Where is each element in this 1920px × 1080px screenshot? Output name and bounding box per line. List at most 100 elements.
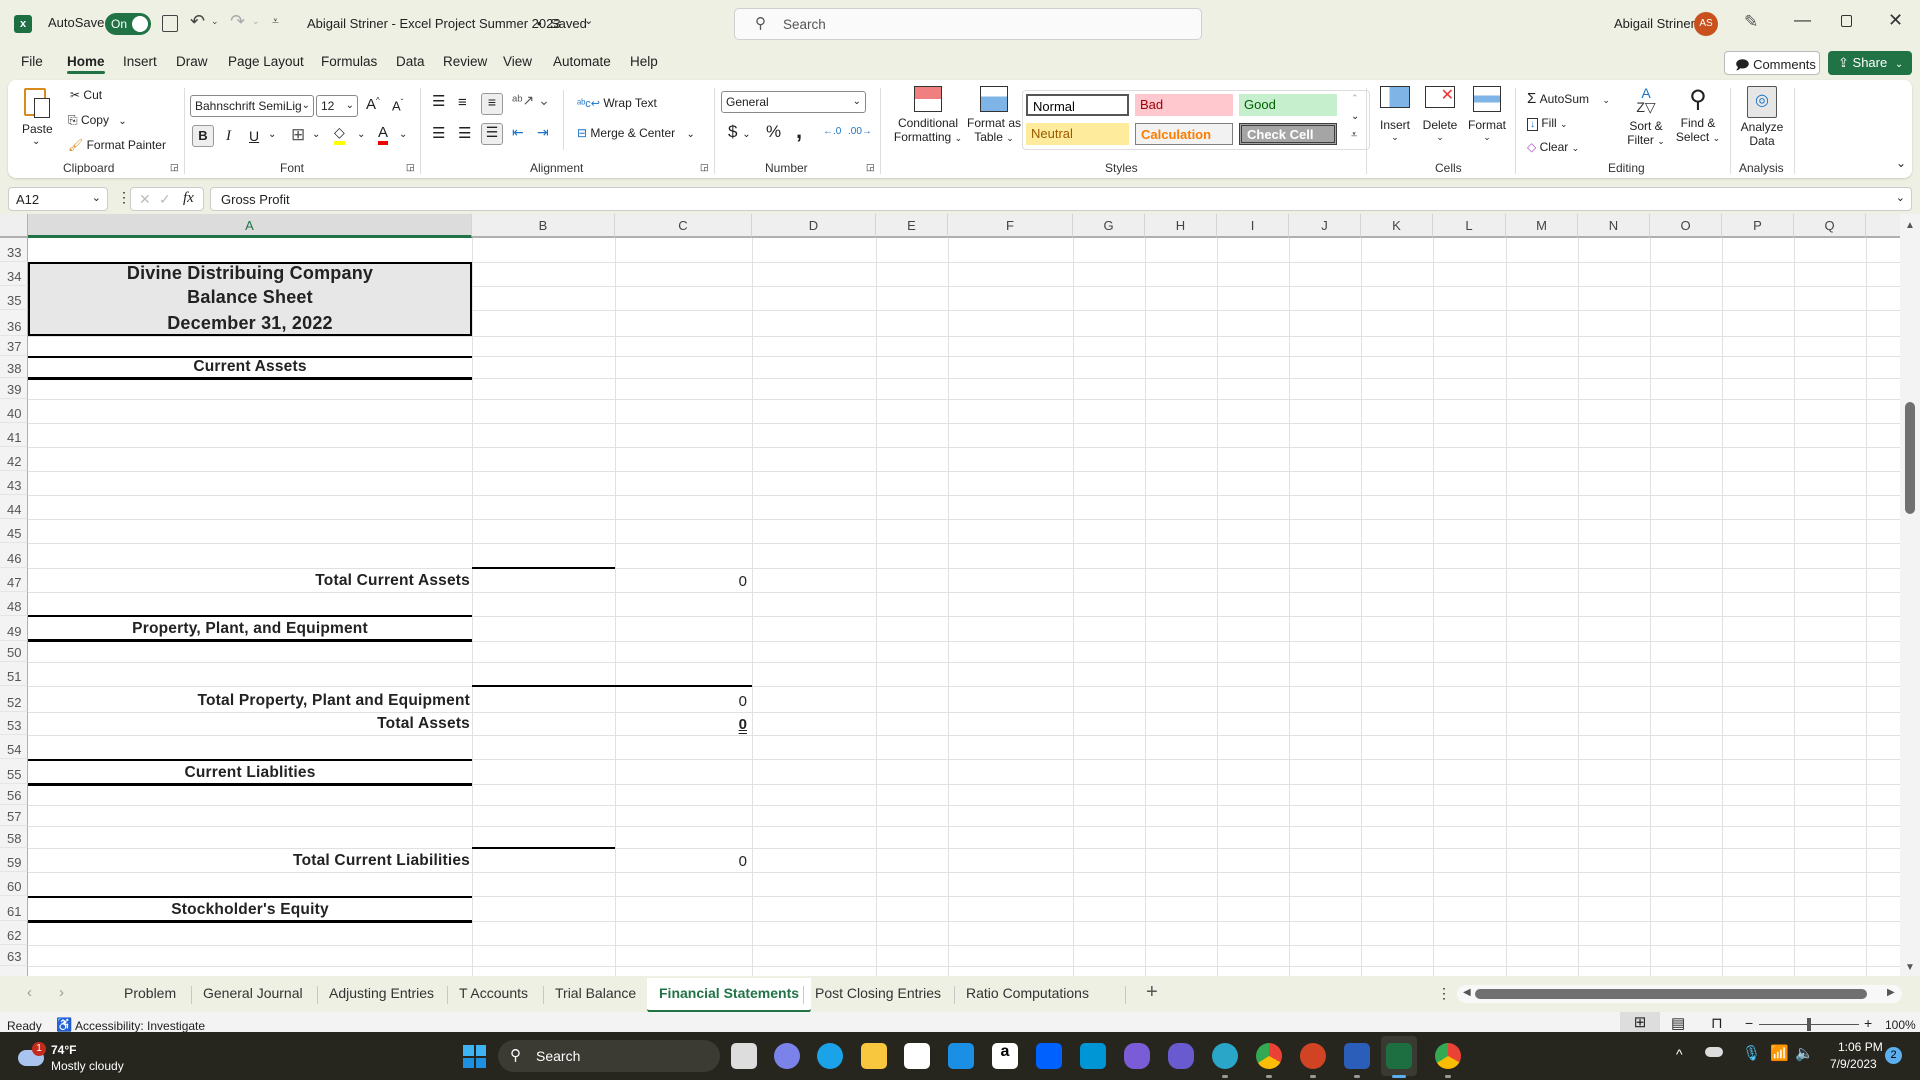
wrap-text-button[interactable]: ᵃᵇc↩ Wrap Text: [577, 96, 657, 110]
search-box[interactable]: ⚲ Search: [734, 8, 1202, 40]
row-header-50[interactable]: 50: [0, 641, 28, 662]
sheet-tab-financial-statements[interactable]: Financial Statements: [647, 978, 812, 1013]
name-box-dropdown-icon[interactable]: ⌄: [92, 191, 101, 204]
autosum-button[interactable]: Σ AutoSum ⌄: [1527, 90, 1610, 107]
tab-help[interactable]: Help: [630, 54, 658, 69]
clear-button[interactable]: ◇ Clear ⌄: [1527, 140, 1579, 154]
style-neutral[interactable]: Neutral: [1026, 123, 1129, 145]
conditional-formatting-button[interactable]: Conditional Formatting ⌄: [886, 86, 970, 144]
sheet-tab-post-closing-entries[interactable]: Post Closing Entries: [815, 985, 941, 1001]
statement-date-cell[interactable]: December 31, 2022: [28, 310, 472, 336]
cancel-icon[interactable]: ✕: [139, 191, 151, 208]
row-header-47[interactable]: 47: [0, 568, 28, 592]
current-liabilities-heading[interactable]: Current Liablities: [28, 759, 472, 784]
amazon-icon[interactable]: a: [992, 1043, 1018, 1069]
column-header-n[interactable]: N: [1578, 214, 1650, 238]
tab-bar-options-icon[interactable]: ⋮: [1437, 985, 1451, 1002]
row-header-59[interactable]: 59: [0, 848, 28, 872]
autosave-toggle[interactable]: On: [105, 13, 151, 35]
document-title[interactable]: Abigail Striner - Excel Project Summer 2…: [307, 16, 561, 31]
column-header-e[interactable]: E: [876, 214, 948, 238]
clock-time[interactable]: 1:06 PM: [1838, 1040, 1883, 1054]
select-all-corner[interactable]: [0, 214, 28, 238]
file-explorer-icon[interactable]: [861, 1043, 887, 1069]
row-header-46[interactable]: 46: [0, 543, 28, 568]
row-header-61[interactable]: 61: [0, 896, 28, 921]
enter-icon[interactable]: ✓: [159, 191, 171, 208]
user-name[interactable]: Abigail Striner: [1614, 16, 1695, 31]
decrease-font-icon[interactable]: Aˇ: [392, 98, 403, 113]
expand-formula-bar-icon[interactable]: ⌄: [1896, 191, 1905, 204]
column-header-r[interactable]: [1866, 214, 1904, 238]
scroll-up-icon[interactable]: ▲: [1905, 220, 1915, 231]
total-current-assets-value[interactable]: 0: [615, 568, 752, 592]
total-assets-value[interactable]: 0: [615, 712, 752, 735]
scroll-tabs-left-icon[interactable]: ‹: [27, 984, 32, 1001]
column-header-k[interactable]: K: [1361, 214, 1433, 238]
number-launcher-icon[interactable]: ◲: [866, 162, 875, 173]
column-header-h[interactable]: H: [1145, 214, 1217, 238]
copy-button[interactable]: ⎘ Copy ⌄: [68, 113, 127, 128]
close-icon[interactable]: ✕: [1888, 10, 1903, 31]
column-header-f[interactable]: F: [948, 214, 1073, 238]
horizontal-scroll-thumb[interactable]: [1475, 989, 1867, 999]
tab-page-layout[interactable]: Page Layout: [228, 54, 304, 69]
chrome-profile-icon[interactable]: [1435, 1043, 1461, 1069]
microphone-icon[interactable]: 🎙: [1742, 1044, 1761, 1062]
style-check-cell[interactable]: Check Cell: [1239, 123, 1337, 145]
column-header-o[interactable]: O: [1650, 214, 1722, 238]
total-current-liabilities-label[interactable]: Total Current Liabilities: [28, 848, 470, 872]
row-header-44[interactable]: 44: [0, 495, 28, 519]
gallery-more-icon[interactable]: ⩡: [1351, 129, 1357, 142]
analyze-data-button[interactable]: ◎ Analyze Data: [1736, 86, 1788, 148]
dropbox-icon[interactable]: [1036, 1043, 1062, 1069]
column-header-b[interactable]: B: [472, 214, 615, 238]
style-calculation[interactable]: Calculation: [1135, 123, 1233, 145]
scroll-tabs-right-icon[interactable]: ›: [59, 984, 64, 1001]
total-current-assets-label[interactable]: Total Current Assets: [28, 568, 470, 592]
column-header-i[interactable]: I: [1217, 214, 1289, 238]
row-header-57[interactable]: 57: [0, 805, 28, 826]
taskbar-search[interactable]: ⚲ Search: [498, 1040, 720, 1072]
myhp-icon[interactable]: [1080, 1043, 1106, 1069]
row-header-45[interactable]: 45: [0, 519, 28, 543]
teams-chat-icon[interactable]: [774, 1043, 800, 1069]
comma-button[interactable]: ,: [796, 118, 802, 144]
row-header-34[interactable]: 34: [0, 262, 28, 286]
tab-data[interactable]: Data: [396, 54, 425, 69]
total-stockholders-equity-value[interactable]: 0: [615, 966, 752, 976]
tab-insert[interactable]: Insert: [123, 54, 157, 69]
statement-title-cell[interactable]: Balance Sheet: [28, 286, 472, 310]
show-hidden-icons[interactable]: ^: [1676, 1046, 1683, 1062]
more-options-icon[interactable]: ⋮: [117, 189, 131, 206]
column-header-j[interactable]: J: [1289, 214, 1361, 238]
italic-button[interactable]: I: [226, 128, 231, 145]
zoom-in-icon[interactable]: +: [1864, 1015, 1872, 1031]
notification-badge[interactable]: 2: [1885, 1047, 1902, 1064]
task-view-icon[interactable]: [731, 1043, 757, 1069]
fill-color-dropdown-icon[interactable]: ⌄: [357, 129, 365, 140]
increase-indent-icon[interactable]: ⇥: [537, 124, 549, 141]
weather-desc[interactable]: Mostly cloudy: [51, 1059, 124, 1073]
company-name-cell[interactable]: Divine Distribuing Company: [28, 262, 472, 286]
vertical-scrollbar-track[interactable]: ▲ ▼: [1900, 214, 1920, 976]
increase-font-icon[interactable]: A^: [366, 96, 380, 113]
cut-button[interactable]: ✂ Cut: [70, 88, 102, 102]
column-header-a[interactable]: A: [28, 214, 472, 238]
column-header-g[interactable]: G: [1073, 214, 1145, 238]
insert-function-icon[interactable]: fx: [183, 190, 194, 207]
copilot-preview-icon[interactable]: [1168, 1043, 1194, 1069]
accessibility-icon[interactable]: ♿: [56, 1017, 72, 1033]
total-ppe-label[interactable]: Total Property, Plant and Equipment: [28, 686, 470, 712]
saved-status[interactable]: Saved: [550, 16, 587, 31]
align-right-icon[interactable]: ☰: [481, 123, 503, 145]
align-top-icon[interactable]: ☰: [432, 92, 445, 110]
vertical-scroll-thumb[interactable]: [1905, 402, 1915, 514]
number-format-dropdown[interactable]: General ⌄: [721, 91, 866, 113]
powerpoint-icon[interactable]: [1300, 1043, 1326, 1069]
row-header-53[interactable]: 53: [0, 712, 28, 735]
minimize-icon[interactable]: —: [1794, 10, 1811, 30]
tab-draw[interactable]: Draw: [176, 54, 208, 69]
horizontal-scrollbar[interactable]: ◀ ▶: [1457, 985, 1902, 1003]
row-header-64[interactable]: [0, 966, 28, 976]
